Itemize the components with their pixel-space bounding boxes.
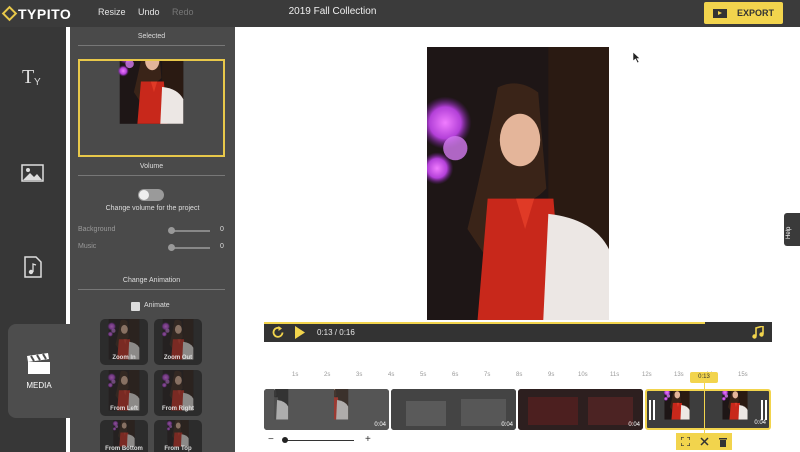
zoom-in-button[interactable]: + (365, 434, 371, 445)
playback-progress[interactable] (264, 322, 705, 324)
current-time: 0:13 (317, 328, 333, 337)
animate-checkbox[interactable] (131, 302, 140, 311)
tick-label: 10s (578, 372, 588, 378)
tick-label: 7s (484, 372, 491, 378)
fullscreen-icon[interactable] (681, 437, 690, 446)
animation-label: From Bottom (105, 446, 143, 452)
background-slider-knob[interactable] (168, 227, 175, 234)
mouse-cursor-icon (633, 52, 641, 64)
help-tab[interactable]: Help (784, 213, 800, 246)
music-value: 0 (220, 243, 224, 250)
text-icon: T Y (22, 66, 41, 87)
split-icon[interactable] (700, 437, 709, 446)
music-file-icon (24, 256, 42, 278)
animation-from-bottom[interactable]: From Bottom (100, 420, 148, 452)
image-icon (21, 164, 44, 182)
tick-label: 12s (642, 372, 652, 378)
volume-title: Volume (78, 163, 225, 176)
music-label: Music (78, 243, 97, 250)
tick-label: 15s (738, 372, 748, 378)
zoom-slider[interactable] (284, 440, 354, 441)
clip-duration: 0:04 (374, 422, 386, 428)
tick-label: 13s (674, 372, 684, 378)
volume-toggle[interactable] (138, 189, 164, 201)
rail-item-audio[interactable] (0, 256, 66, 278)
export-button[interactable]: EXPORT (704, 2, 783, 24)
zoom-out-button[interactable]: − (268, 434, 274, 445)
export-label: EXPORT (736, 8, 774, 18)
clip-duration: 0:04 (501, 422, 513, 428)
animation-zoom-out[interactable]: Zoom Out (154, 319, 202, 365)
tick-label: 8s (516, 372, 523, 378)
volume-toggle-label: Change volume for the project (105, 205, 200, 212)
playhead-line[interactable] (704, 383, 705, 435)
tick-label: 11s (610, 372, 620, 378)
clip-duration: 0:04 (754, 420, 766, 426)
replay-icon[interactable] (272, 326, 285, 339)
svg-text:Y: Y (34, 77, 41, 87)
music-note-icon[interactable] (752, 326, 764, 339)
rail-item-text[interactable]: T Y (0, 65, 66, 87)
help-label: Help (786, 226, 792, 239)
tick-label: 6s (452, 372, 459, 378)
tick-label: 4s (388, 372, 395, 378)
rail-item-image[interactable] (0, 163, 66, 183)
project-title[interactable]: 2019 Fall Collection (0, 6, 665, 17)
animation-from-right[interactable]: From Right (154, 370, 202, 416)
background-value: 0 (220, 226, 224, 233)
selected-media-thumbnail[interactable] (78, 59, 225, 157)
background-label: Background (78, 226, 116, 233)
media-panel: Selected Volume Change volume for the pr… (70, 27, 235, 452)
clapperboard-icon (27, 352, 50, 374)
tick-label: 3s (356, 372, 363, 378)
selected-title: Selected (78, 33, 225, 46)
animation-label: Zoom Out (163, 355, 193, 361)
tick-label: 1s (292, 372, 299, 378)
music-slider-knob[interactable] (168, 244, 175, 251)
top-bar: TYPITO Resize Undo Redo 2019 Fall Collec… (0, 0, 800, 27)
animation-label: Zoom In (112, 355, 136, 361)
video-preview[interactable] (427, 47, 609, 320)
timeline-clip-selected[interactable]: 0:04 (645, 389, 771, 430)
animation-label: From Right (162, 406, 194, 412)
background-slider[interactable] (170, 230, 210, 232)
time-display: 0:13 / 0:16 (317, 328, 355, 337)
timeline-clip[interactable]: 0:04 (391, 389, 516, 430)
tick-label: 9s (548, 372, 555, 378)
clip-toolbar (676, 433, 732, 450)
timeline-clip[interactable]: 0:04 (518, 389, 643, 430)
timeline-zoom: − + (268, 434, 376, 446)
clip-duration: 0:04 (628, 422, 640, 428)
trash-icon[interactable] (719, 437, 727, 447)
playhead-time[interactable]: 0:13 (690, 372, 718, 383)
animation-from-left[interactable]: From Left (100, 370, 148, 416)
animation-label: From Top (164, 446, 192, 452)
tick-label: 5s (420, 372, 427, 378)
rail-item-media[interactable]: MEDIA (8, 324, 70, 418)
video-icon (712, 8, 727, 18)
animation-title: Change Animation (78, 277, 225, 290)
total-time: 0:16 (339, 328, 355, 337)
playback-bar: 0:13 / 0:16 (264, 322, 772, 342)
animate-label: Animate (144, 302, 170, 309)
animation-label: From Left (110, 406, 138, 412)
play-icon[interactable] (294, 326, 306, 339)
timeline-clip[interactable]: 0:04 (264, 389, 389, 430)
svg-text:T: T (22, 66, 34, 87)
rail-media-label: MEDIA (26, 380, 52, 390)
tool-rail: T Y MEDIA (0, 27, 70, 452)
zoom-slider-knob[interactable] (282, 437, 288, 443)
music-slider[interactable] (170, 247, 210, 249)
tick-label: 2s (324, 372, 331, 378)
animation-from-top[interactable]: From Top (154, 420, 202, 452)
animation-zoom-in[interactable]: Zoom In (100, 319, 148, 365)
